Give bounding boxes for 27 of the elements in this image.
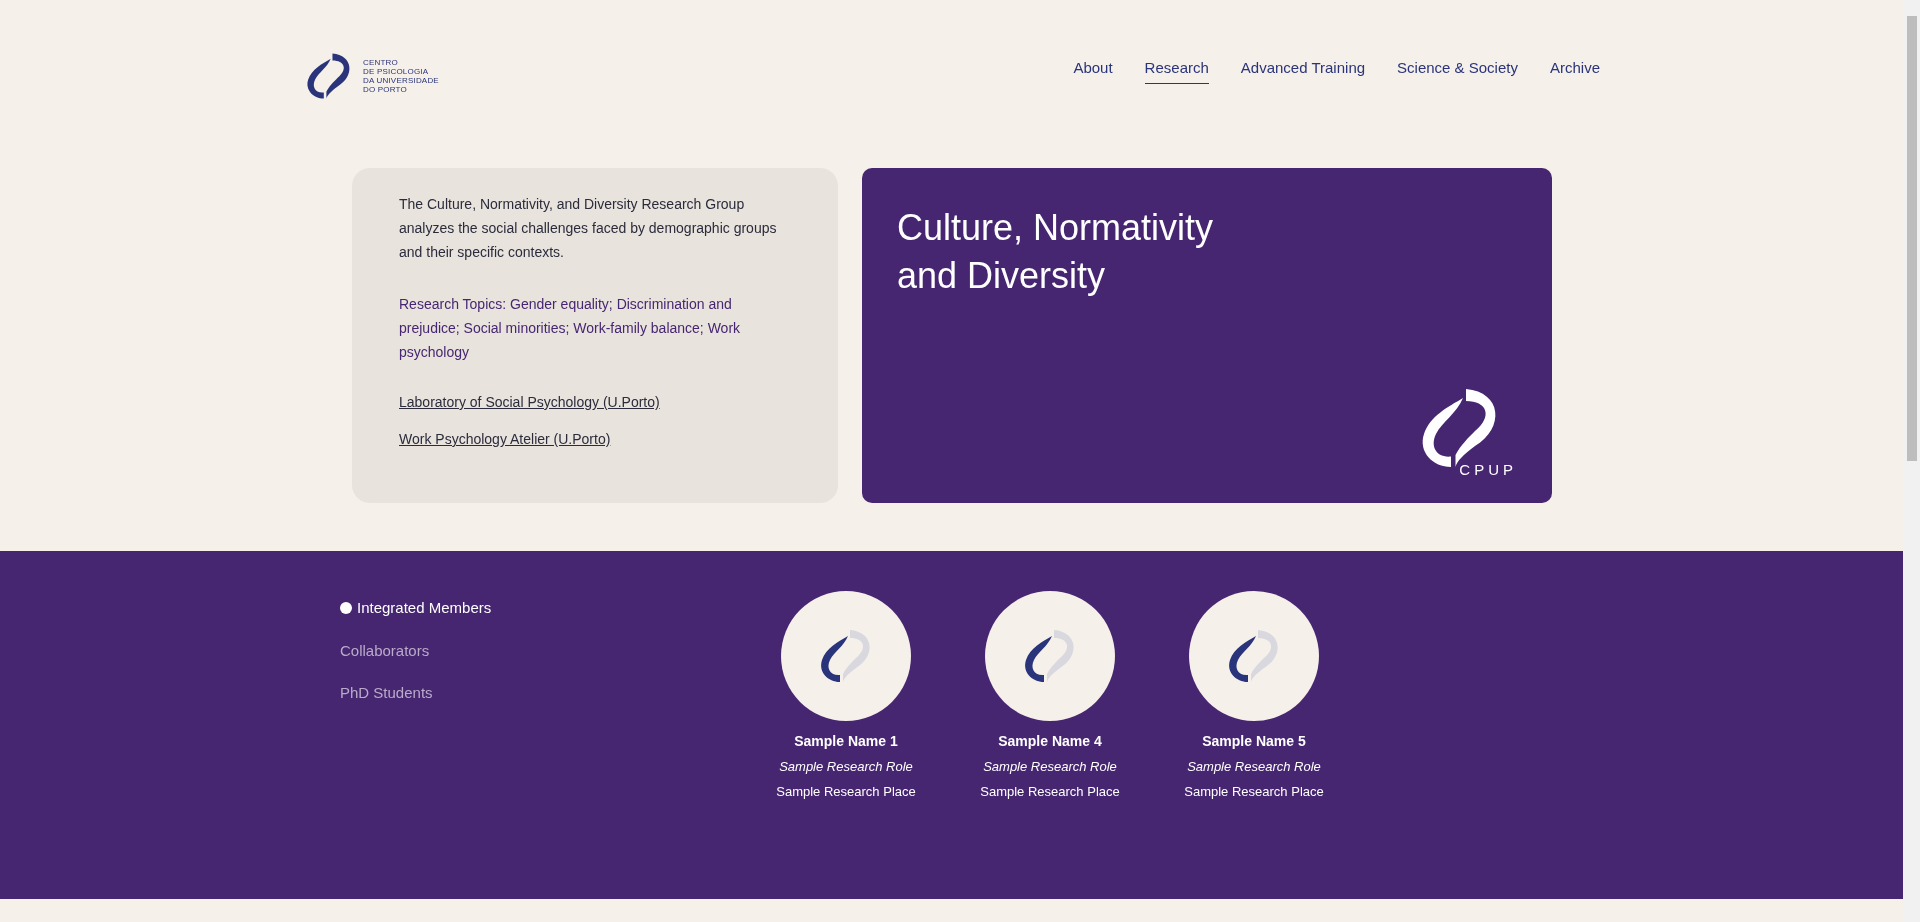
member-role: Sample Research Role <box>779 758 913 776</box>
lab-link[interactable]: Laboratory of Social Psychology (U.Porto) <box>399 392 660 413</box>
cpup-logo-text: CPUP <box>1459 459 1517 480</box>
nav-link[interactable]: About <box>1073 57 1113 84</box>
member-name: Sample Name 4 <box>998 732 1102 751</box>
member-tab[interactable]: Collaborators <box>340 639 430 662</box>
member-tab[interactable]: Integrated Members <box>340 597 492 620</box>
member-place: Sample Research Place <box>1184 782 1324 801</box>
logo-text: CENTRO DE PSICOLOGIA DA UNIVERSIDADE DO PORTO <box>363 58 439 94</box>
member-role: Sample Research Role <box>983 758 1117 776</box>
nav-link[interactable]: Archive <box>1549 57 1600 84</box>
nav-link[interactable]: Advanced Training <box>1240 57 1366 84</box>
scrollbar[interactable] <box>1903 0 1920 922</box>
member-name: Sample Name 1 <box>794 732 898 751</box>
member-place: Sample Research Place <box>980 782 1120 801</box>
nav-link[interactable]: Science & Society <box>1397 57 1518 84</box>
member-role: Sample Research Role <box>1187 758 1321 776</box>
description-text: The Culture, Normativity, and Diversity Research Group analyzes the social challenges faced by demographic groups and their specific contexts. <box>399 195 778 262</box>
banner-title: Culture, Normativity and Diversity <box>897 206 1215 298</box>
member-name: Sample Name 5 <box>1202 732 1306 751</box>
member-tab[interactable]: PhD Students <box>340 682 433 705</box>
member-place: Sample Research Place <box>776 782 916 801</box>
scrollbar-thumb[interactable] <box>1906 16 1917 461</box>
topics-text: Research Topics: Gender equality; Discrimination and prejudice; Social minorities; Work-family balance; Work psychology <box>399 295 742 362</box>
bullet-icon <box>340 602 352 615</box>
lab-link[interactable]: Work Psychology Atelier (U.Porto) <box>399 429 611 450</box>
nav-link[interactable]: Research <box>1144 57 1209 84</box>
